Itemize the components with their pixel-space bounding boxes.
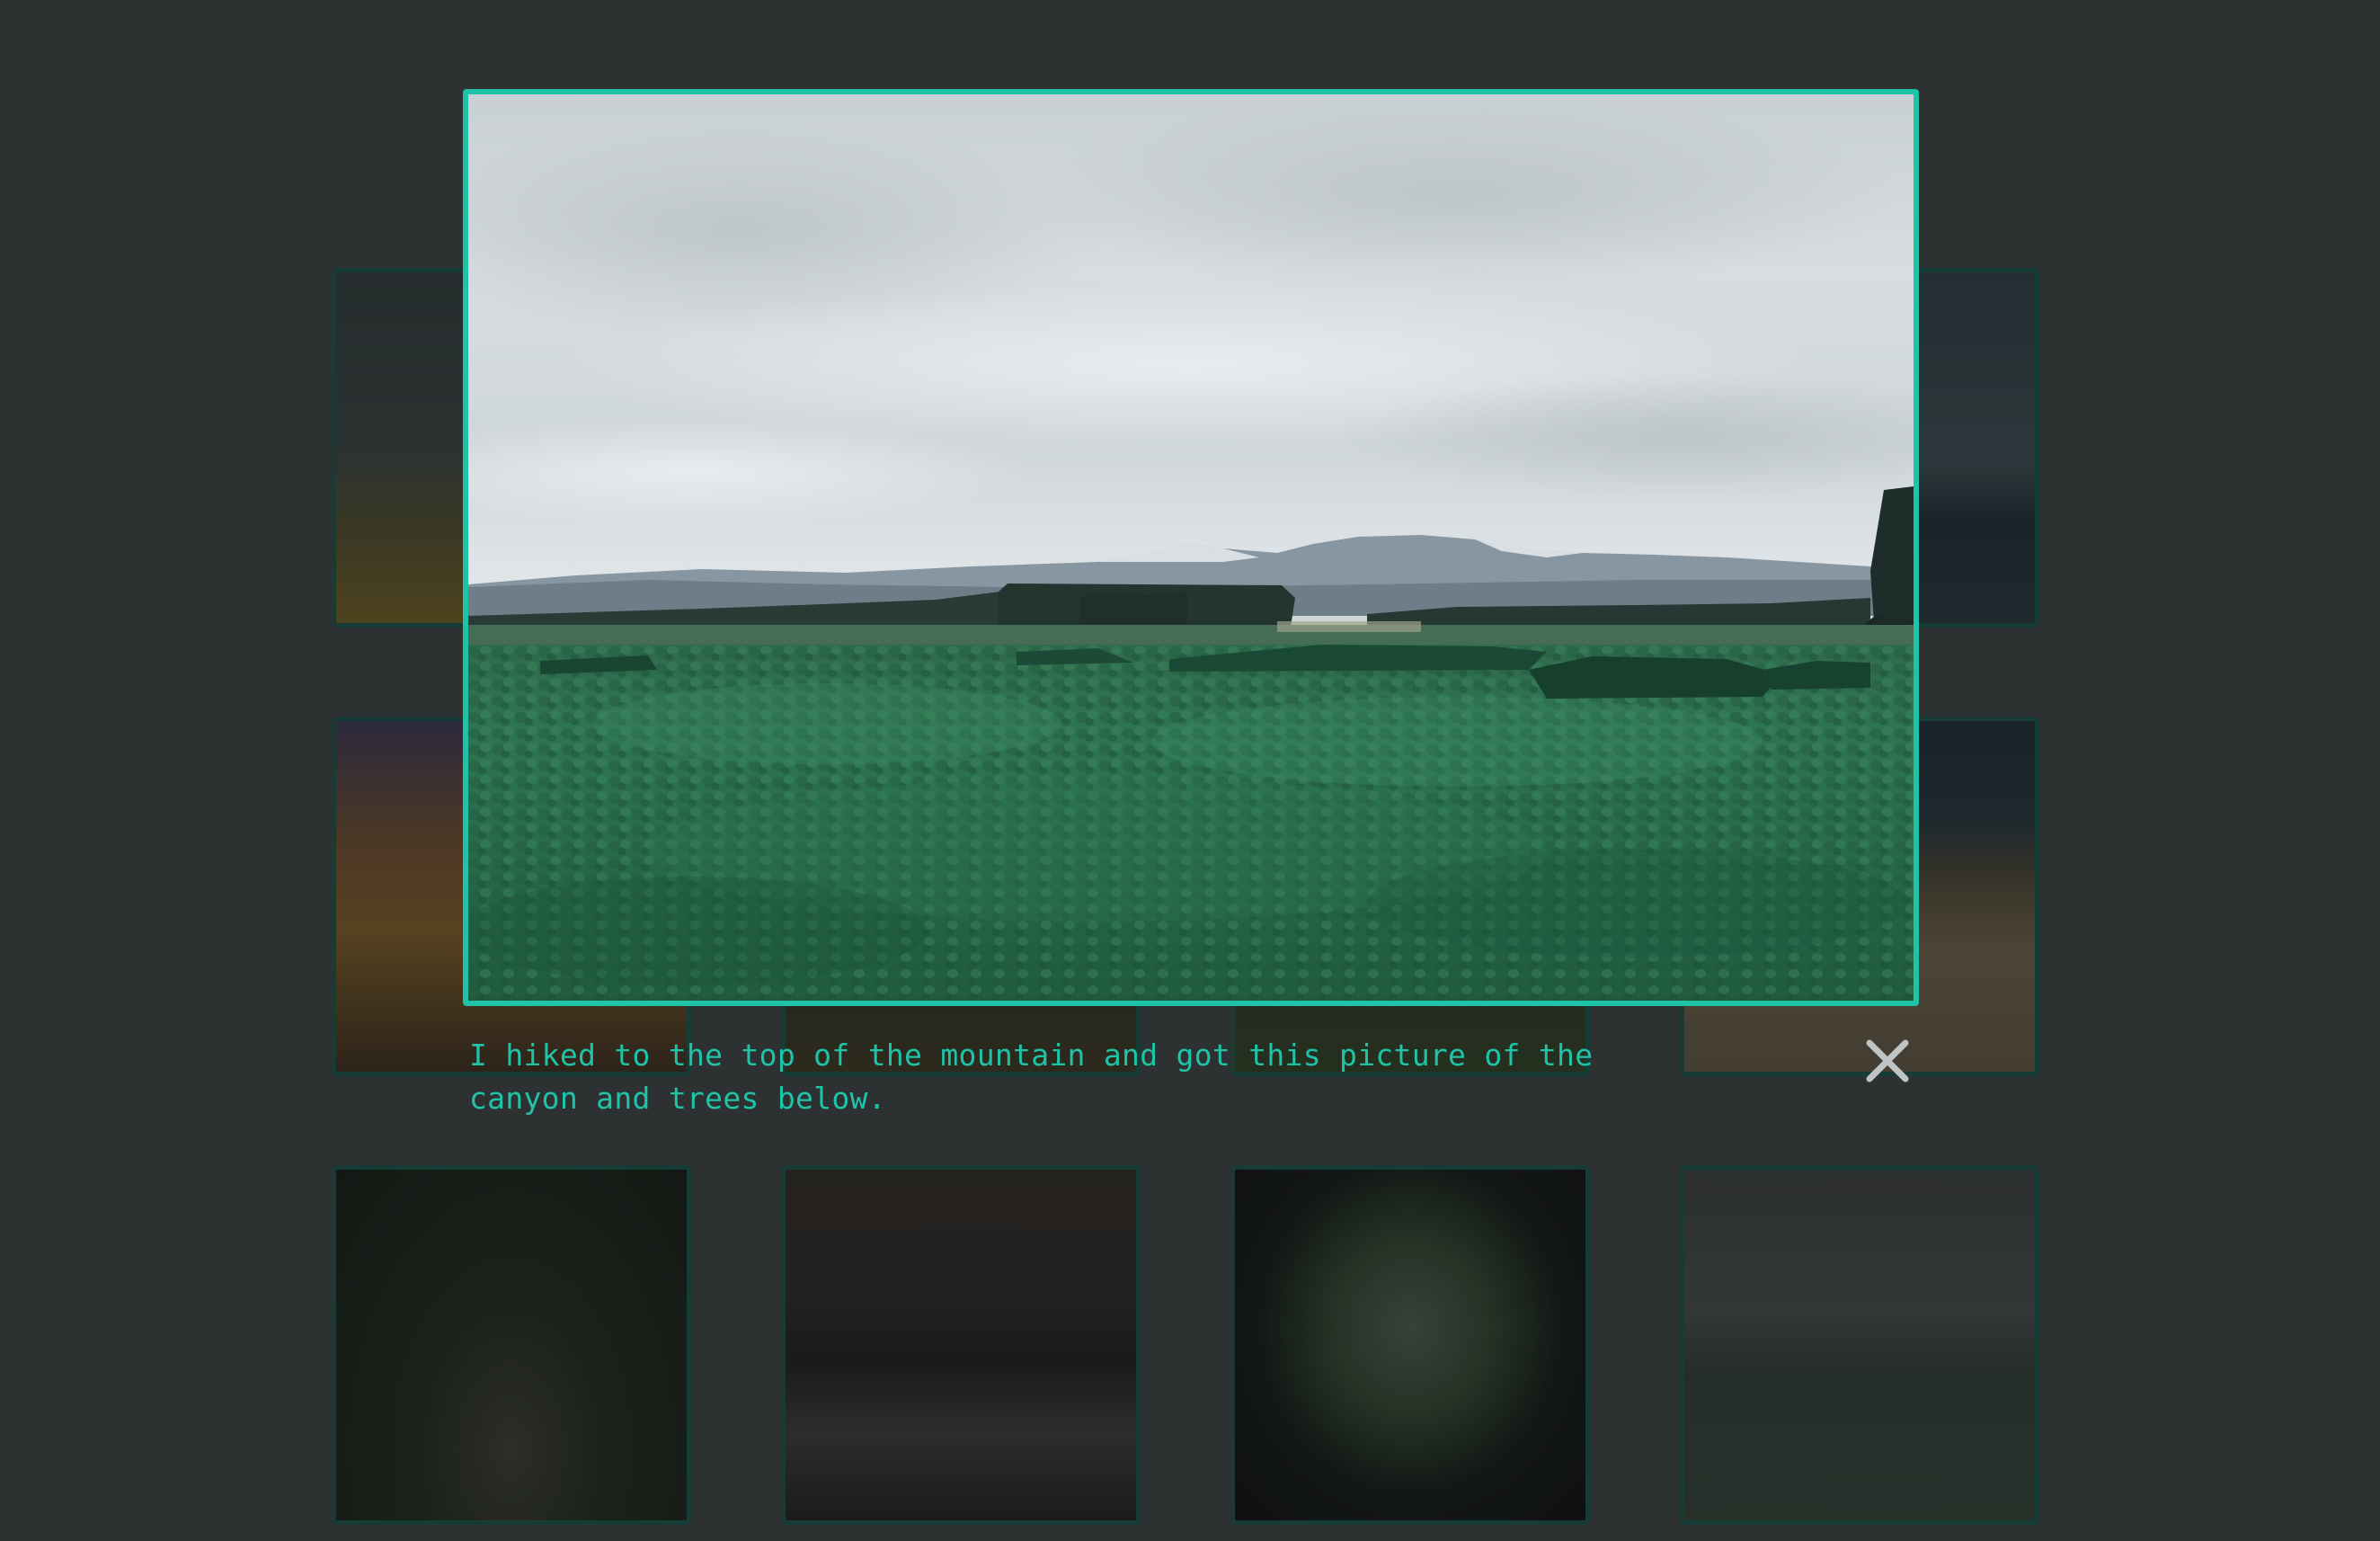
lightbox-landscape-image: [468, 94, 1914, 1001]
gallery-thumbnail[interactable]: [332, 1165, 691, 1525]
close-button[interactable]: [1860, 1034, 1914, 1088]
gallery-thumbnail[interactable]: [781, 1165, 1141, 1525]
gallery-thumbnail[interactable]: [1680, 1165, 2039, 1525]
close-icon: [1866, 1039, 1909, 1082]
gallery-thumbnail[interactable]: [1230, 1165, 1590, 1525]
lightbox-caption: I hiked to the top of the mountain and g…: [469, 1038, 1594, 1116]
lightbox-image-frame: [463, 89, 1919, 1006]
